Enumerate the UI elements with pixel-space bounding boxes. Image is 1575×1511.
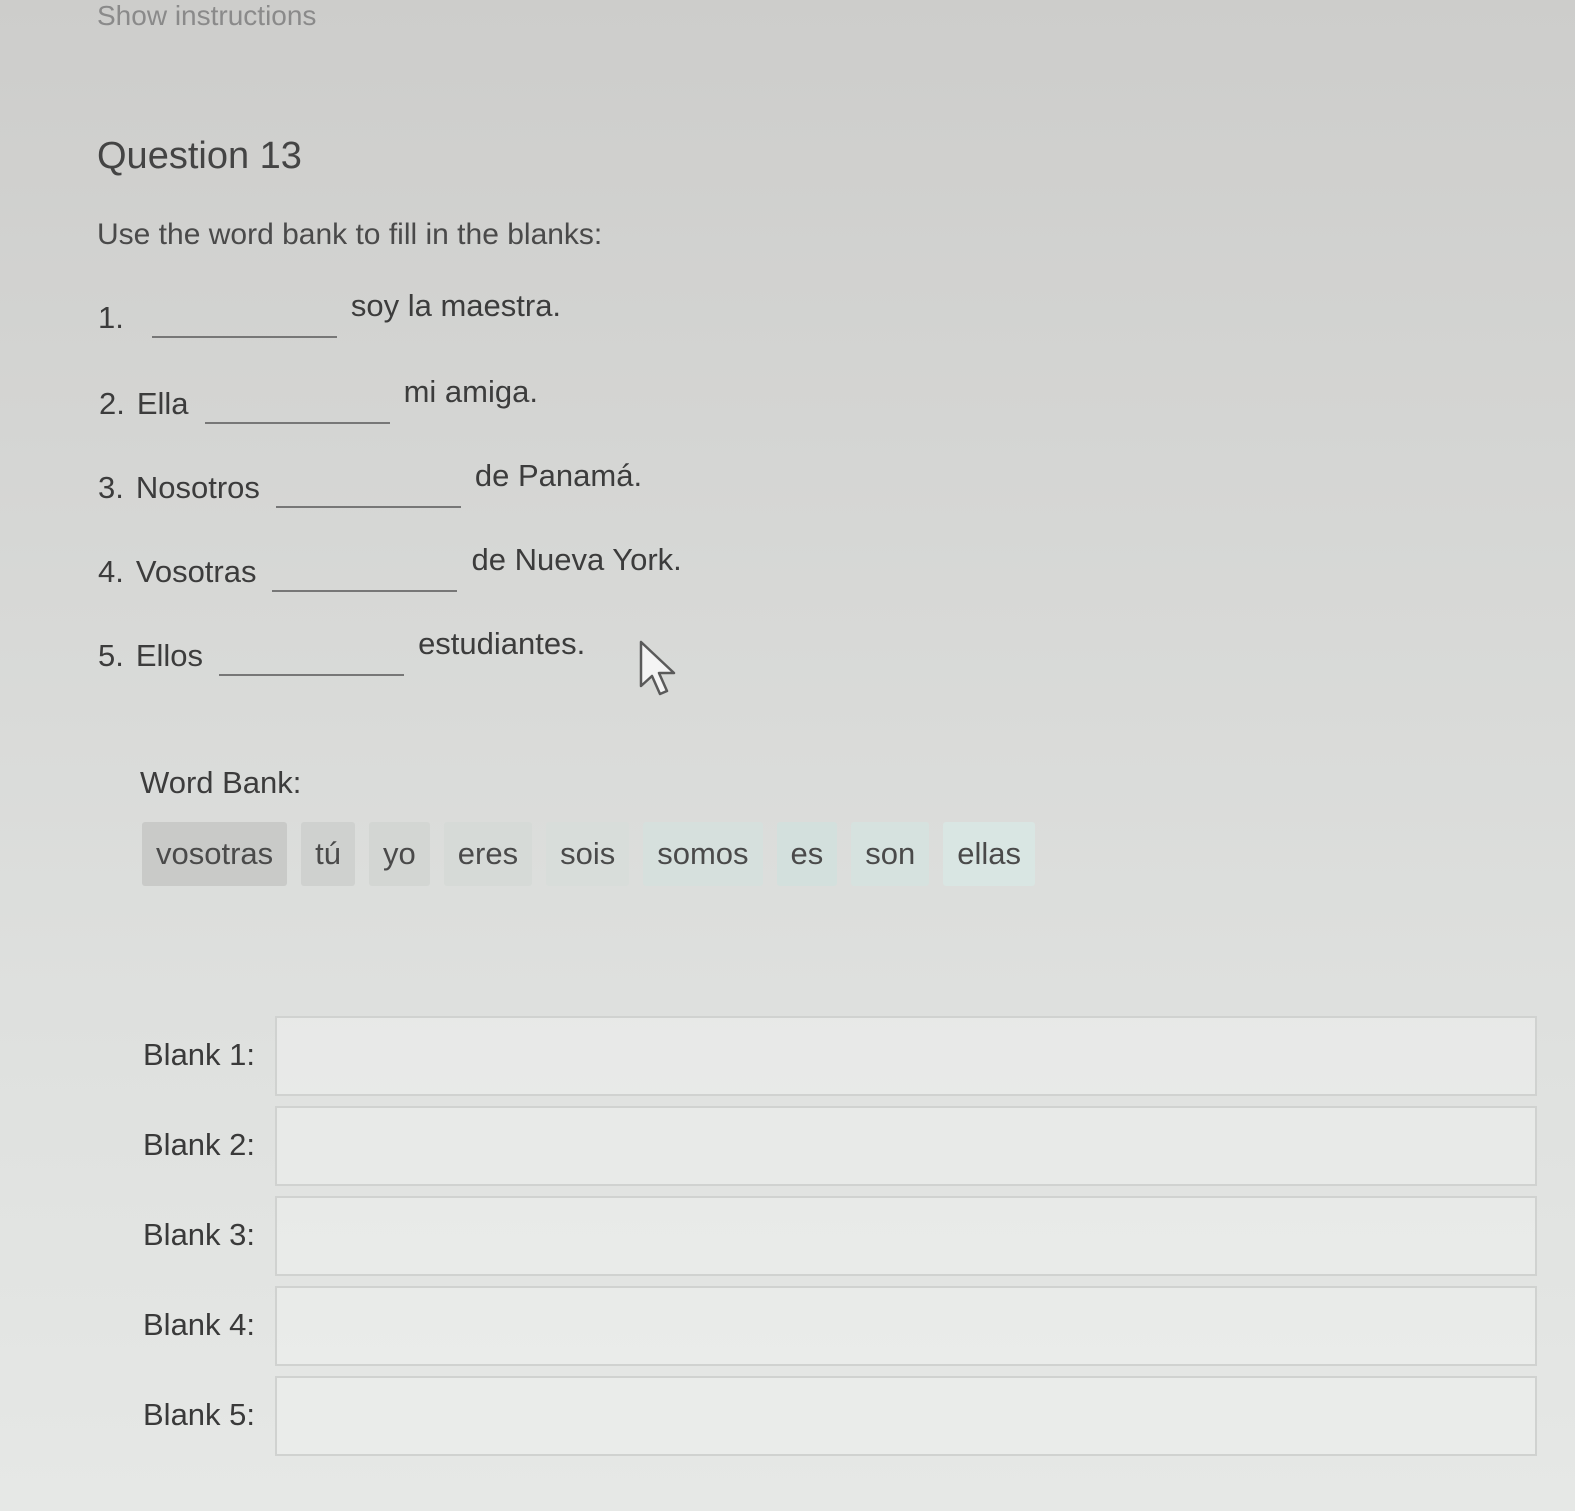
blank-5-input[interactable] bbox=[275, 1376, 1537, 1456]
blank-label: Blank 5: bbox=[143, 1397, 256, 1432]
blank-row-2: Blank 2: bbox=[143, 1100, 1543, 1190]
question-title: Question 13 bbox=[97, 135, 302, 177]
word-chip-somos[interactable]: somos bbox=[643, 822, 763, 886]
blank-label: Blank 2: bbox=[143, 1127, 256, 1162]
blank-label: Blank 3: bbox=[143, 1217, 256, 1252]
blank-row-3: Blank 3: bbox=[143, 1190, 1543, 1280]
sentence-number: 3. bbox=[98, 470, 124, 505]
word-chip-eres[interactable]: eres bbox=[443, 822, 533, 886]
blank-label: Blank 1: bbox=[143, 1037, 256, 1072]
blank-2-input[interactable] bbox=[275, 1106, 1537, 1186]
quiz-page: Show instructions Question 13 Use the wo… bbox=[0, 0, 1575, 1511]
sentence-number: 2. bbox=[99, 386, 125, 421]
blank-4-input[interactable] bbox=[275, 1286, 1537, 1366]
sentence-rest: mi amiga. bbox=[403, 374, 538, 409]
sentence-subject: Nosotros bbox=[135, 470, 260, 505]
sentence-subject: Ella bbox=[136, 386, 189, 421]
sentence-subject: Vosotras bbox=[135, 554, 257, 589]
word-chip-vosotras[interactable]: vosotras bbox=[142, 822, 288, 886]
blank-row-4: Blank 4: bbox=[143, 1280, 1543, 1370]
blank-1-input[interactable] bbox=[275, 1016, 1537, 1096]
blank-answers: Blank 1: Blank 2: Blank 3: Blank 4: Blan… bbox=[143, 1010, 1543, 1460]
word-chip-sois[interactable]: sois bbox=[546, 822, 630, 886]
word-chip-es[interactable]: es bbox=[776, 822, 838, 886]
word-bank: vosotras tú yo eres sois somos es son el… bbox=[142, 822, 1036, 886]
mouse-pointer-icon bbox=[639, 640, 676, 696]
show-instructions-link[interactable]: Show instructions bbox=[97, 0, 316, 32]
sentence-2: 2. Ella mi amiga. bbox=[99, 374, 538, 424]
sentence-blank-line bbox=[151, 336, 337, 338]
sentence-4: 4. Vosotras de Nueva York. bbox=[98, 542, 682, 592]
sentence-rest: soy la maestra. bbox=[350, 288, 562, 323]
word-chip-son[interactable]: son bbox=[851, 822, 930, 886]
sentence-1: 1. soy la maestra. bbox=[98, 288, 561, 338]
sentence-5: 5. Ellos estudiantes. bbox=[98, 626, 585, 676]
sentence-blank-line bbox=[219, 674, 405, 676]
sentence-subject: Ellos bbox=[135, 638, 204, 673]
blank-row-5: Blank 5: bbox=[143, 1370, 1543, 1460]
sentence-number: 1. bbox=[98, 300, 124, 335]
sentence-3: 3. Nosotros de Panamá. bbox=[98, 458, 642, 508]
question-prompt: Use the word bank to fill in the blanks: bbox=[97, 218, 603, 251]
blank-label: Blank 4: bbox=[143, 1307, 256, 1342]
word-chip-ellas[interactable]: ellas bbox=[943, 822, 1036, 886]
sentence-number: 5. bbox=[98, 638, 124, 673]
word-chip-tu[interactable]: tú bbox=[301, 822, 356, 886]
sentence-blank-line bbox=[272, 590, 458, 592]
sentence-blank-line bbox=[275, 506, 461, 508]
word-bank-label: Word Bank: bbox=[140, 765, 302, 800]
sentence-rest: de Nueva York. bbox=[471, 542, 682, 577]
sentence-rest: estudiantes. bbox=[418, 626, 586, 661]
sentence-rest: de Panamá. bbox=[474, 458, 643, 493]
blank-3-input[interactable] bbox=[275, 1196, 1537, 1276]
sentence-blank-line bbox=[204, 422, 390, 424]
word-chip-yo[interactable]: yo bbox=[369, 822, 430, 886]
blank-row-1: Blank 1: bbox=[143, 1010, 1543, 1100]
sentence-number: 4. bbox=[98, 554, 124, 589]
